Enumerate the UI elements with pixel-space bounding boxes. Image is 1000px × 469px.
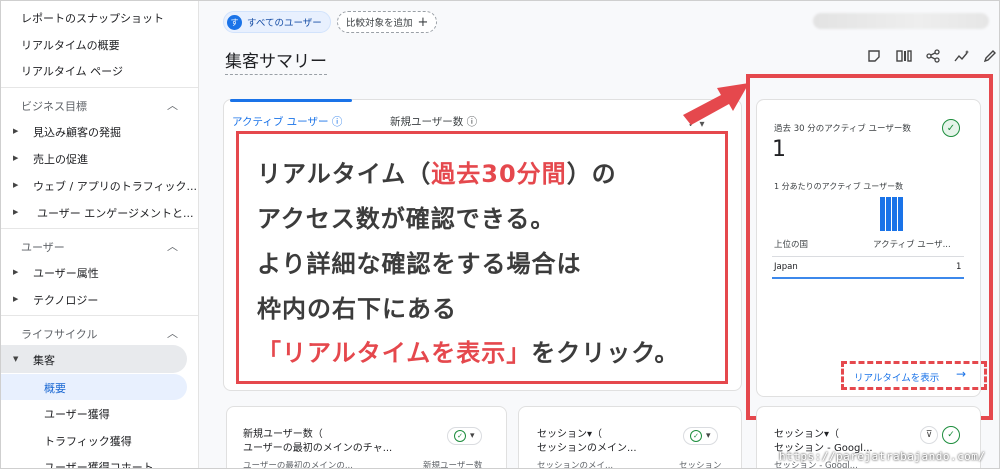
annotation-line-4: 枠内の右下にある (257, 295, 457, 323)
plus-icon: + (417, 14, 429, 30)
tab-indicator (230, 99, 352, 102)
sidebar-item-technology[interactable]: テクノロジー (33, 292, 98, 308)
edit-icon[interactable] (983, 49, 997, 67)
triangle-right-icon: ▶ (13, 208, 19, 216)
help-icon: ⓘ (466, 116, 478, 128)
sidebar-divider (1, 87, 198, 88)
triangle-right-icon: ▶ (13, 268, 19, 276)
card-title-line-2[interactable]: セッションのメイン... (537, 439, 637, 454)
card-title-line-1[interactable]: セッション▾（ (774, 425, 839, 440)
sidebar-divider (1, 228, 198, 229)
annotation-line-1: リアルタイム（過去30分間）の (257, 160, 617, 188)
sidebar-section-business[interactable]: ビジネス目標 (21, 98, 87, 114)
sidebar-item-engagement[interactable]: ユーザー エンゲージメントと... (37, 205, 194, 221)
annotation-line-2: アクセス数が確認できる。 (257, 205, 556, 233)
sidebar-active-bg (1, 374, 187, 400)
sidebar-section-user[interactable]: ユーザー (21, 239, 65, 255)
add-comparison-button[interactable]: 比較対象を追加 + (337, 11, 438, 33)
column-header: セッション (679, 461, 722, 469)
card-status-pill[interactable]: ✓ ▾ (447, 427, 482, 445)
watermark: https://parejatrabajando.com/ (779, 450, 986, 463)
chevron-down-icon: ▾ (470, 431, 475, 441)
sidebar-item-realtime-overview[interactable]: リアルタイムの概要 (21, 37, 120, 53)
sidebar-item-traffic-acquisition[interactable]: トラフィック獲得 (44, 433, 132, 449)
insights-icon[interactable] (954, 49, 970, 67)
sidebar-item-traffic[interactable]: ウェブ / アプリのトラフィック... (33, 178, 197, 194)
triangle-right-icon: ▶ (13, 181, 19, 189)
compare-icon[interactable] (896, 49, 912, 67)
column-header: 新規ユーザー数 (423, 461, 483, 469)
annotation-line-5: 「リアルタイムを表示」をクリック。 (257, 339, 680, 367)
chevron-up-icon[interactable]: ︿ (167, 97, 178, 113)
sidebar-item-realtime-page[interactable]: リアルタイム ページ (21, 63, 123, 79)
card-title-line-1[interactable]: 新規ユーザー数（ (243, 425, 323, 440)
triangle-down-icon: ▼ (13, 355, 19, 363)
triangle-right-icon: ▶ (13, 127, 19, 135)
sidebar-item-sales[interactable]: 売上の促進 (33, 151, 88, 167)
triangle-right-icon: ▶ (13, 154, 19, 162)
avatar: す (227, 14, 242, 30)
triangle-right-icon: ▶ (13, 295, 19, 303)
note-icon[interactable] (867, 49, 881, 67)
all-users-chip[interactable]: す すべてのユーザー (223, 11, 331, 33)
column-header: セッションのメイ... (537, 461, 614, 469)
chevron-down-icon: ▾ (706, 431, 711, 441)
sidebar-active-parent-bg (1, 345, 187, 373)
column-header: ユーザーの最初のメインの... (243, 461, 353, 469)
card-status-pill[interactable]: ✓ ▾ (683, 427, 718, 445)
chevron-up-icon[interactable]: ︿ (167, 325, 178, 341)
sidebar-item-snapshot[interactable]: レポートのスナップショット (21, 10, 164, 26)
screenshot-frame: レポートのスナップショット リアルタイムの概要 リアルタイム ページ ビジネス目… (0, 0, 1000, 469)
check-icon: ✓ (454, 430, 466, 442)
add-comparison-label: 比較対象を追加 (346, 18, 413, 29)
sidebar-item-demographics[interactable]: ユーザー属性 (33, 265, 99, 281)
tab-new-users[interactable]: 新規ユーザー数 ⓘ (390, 114, 477, 129)
all-users-label: すべてのユーザー (247, 18, 322, 29)
annotation-box: リアルタイム（過去30分間）の アクセス数が確認できる。 より詳細な確認をする場… (236, 131, 728, 384)
highlight-arrow-icon (683, 83, 749, 125)
chevron-up-icon[interactable]: ︿ (167, 238, 178, 254)
realtime-highlight-frame (746, 74, 993, 420)
sidebar-item-leads[interactable]: 見込み顧客の発掘 (33, 124, 121, 140)
sidebar-item-acquisition-cohort[interactable]: ユーザー獲得コホート (44, 459, 154, 468)
page-title: 集客サマリー (225, 47, 327, 75)
filter-icon[interactable]: ⊽ (920, 426, 938, 444)
annotation-line-3: より詳細な確認をする場合は (257, 250, 582, 278)
sidebar-item-acquisition[interactable]: 集客 (33, 352, 55, 368)
check-circle-icon[interactable]: ✓ (942, 426, 960, 444)
sidebar-item-overview[interactable]: 概要 (44, 380, 66, 396)
sidebar-divider (1, 315, 198, 316)
sidebar-section-lifecycle[interactable]: ライフサイクル (21, 326, 97, 342)
check-icon: ✓ (690, 430, 702, 442)
card-title-line-1[interactable]: セッション▾（ (537, 425, 602, 440)
share-icon[interactable] (926, 49, 940, 67)
blurred-account-info (813, 13, 989, 29)
help-icon: ⓘ (331, 116, 343, 128)
tab-active-users[interactable]: アクティブ ユーザー ⓘ (232, 114, 342, 129)
sidebar: レポートのスナップショット リアルタイムの概要 リアルタイム ページ ビジネス目… (1, 1, 199, 468)
card-title-line-2[interactable]: ユーザーの最初のメインのチャ... (243, 439, 392, 454)
sidebar-item-user-acquisition[interactable]: ユーザー獲得 (44, 406, 110, 422)
